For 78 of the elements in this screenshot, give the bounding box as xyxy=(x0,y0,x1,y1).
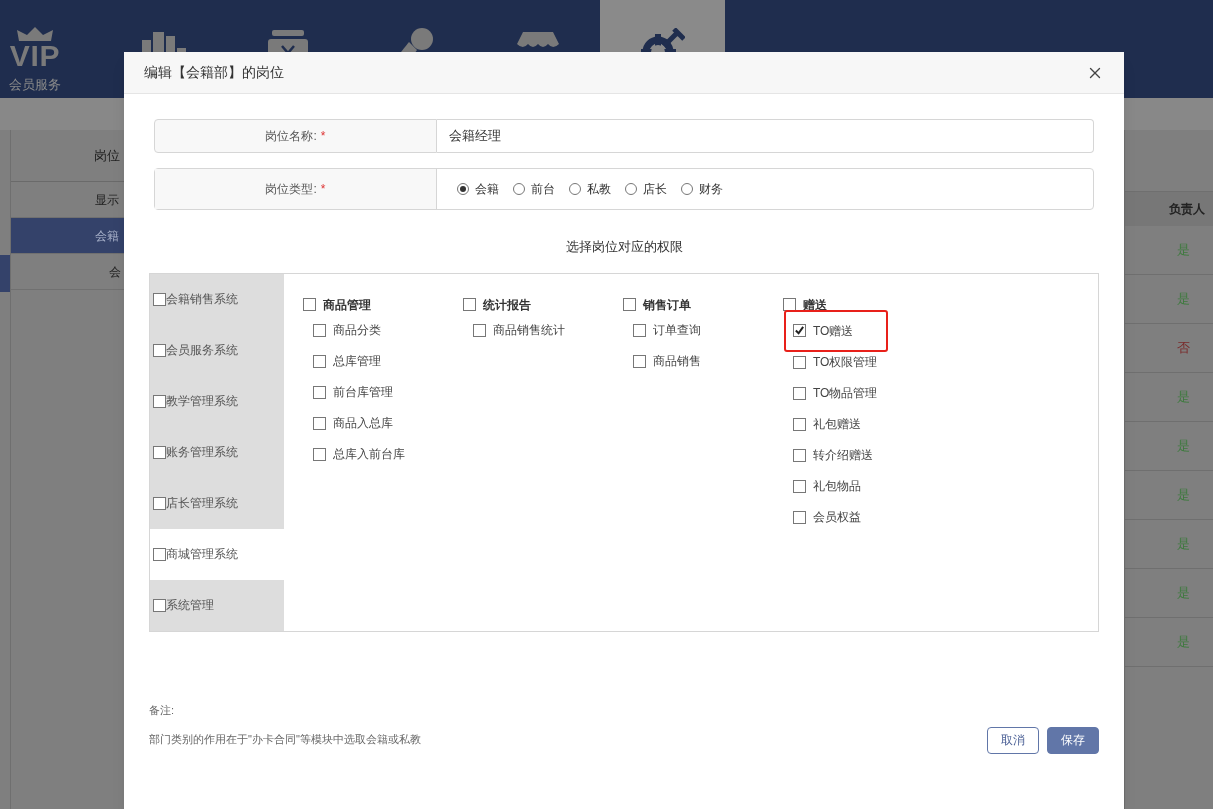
checkbox[interactable] xyxy=(313,385,326,399)
system-tab[interactable]: 系统管理 xyxy=(150,579,284,631)
section-title: 选择岗位对应的权限 xyxy=(564,238,684,256)
sidebar-selection xyxy=(0,255,10,292)
table-cell-text: 是 xyxy=(1177,437,1190,456)
checkbox[interactable] xyxy=(793,386,806,400)
checkbox[interactable] xyxy=(303,298,316,311)
table-cell-text: 是 xyxy=(1177,535,1190,554)
table-cell-text: 是 xyxy=(1177,584,1190,603)
table-cell-text: 否 xyxy=(1177,339,1190,358)
permission-label: TO物品管理 xyxy=(813,385,878,402)
checkbox[interactable] xyxy=(473,323,486,337)
radio-option[interactable]: 前台 xyxy=(513,180,555,198)
permission-label: 转介绍赠送 xyxy=(813,447,873,464)
checkbox[interactable] xyxy=(313,416,326,430)
checkbox[interactable] xyxy=(153,445,166,459)
checkbox[interactable] xyxy=(793,417,806,431)
crown-icon xyxy=(15,26,55,41)
permission-label: 礼包物品 xyxy=(813,478,861,495)
permission-label: 总库管理 xyxy=(333,353,381,370)
checkbox[interactable] xyxy=(463,298,476,311)
radio-option[interactable]: 店长 xyxy=(625,180,667,198)
save-button[interactable]: 保存 xyxy=(1047,726,1099,754)
table-cell-text: 是 xyxy=(1177,633,1190,652)
checkbox[interactable] xyxy=(153,292,166,306)
checkbox[interactable] xyxy=(153,394,166,408)
table-cell-text: 是 xyxy=(1177,486,1190,505)
table-cell-text: 是 xyxy=(1177,388,1190,407)
cancel-button[interactable]: 取消 xyxy=(987,726,1039,754)
checkbox[interactable] xyxy=(313,447,326,461)
permission-label: 商品销售 xyxy=(653,353,701,370)
group-label: 赠送 xyxy=(803,296,827,314)
permission-label: 订单查询 xyxy=(653,322,701,339)
permission-label: TO权限管理 xyxy=(813,354,878,371)
checkbox[interactable] xyxy=(313,323,326,337)
permission-label: 会员权益 xyxy=(813,509,861,526)
checkbox[interactable] xyxy=(793,448,806,462)
table-cell-text: 是 xyxy=(1177,241,1190,260)
group-label: 统计报告 xyxy=(483,296,531,314)
radio-option[interactable]: 财务 xyxy=(681,180,723,198)
system-tab[interactable]: 店长管理系统 xyxy=(150,477,284,529)
checkbox[interactable] xyxy=(153,343,166,357)
checkbox[interactable] xyxy=(793,479,806,493)
checkbox[interactable] xyxy=(633,323,646,337)
checkbox[interactable] xyxy=(153,496,166,510)
radio-option[interactable]: 私教 xyxy=(569,180,611,198)
dialog-title: 编辑【会籍部】的岗位 xyxy=(144,63,284,82)
checkbox[interactable] xyxy=(793,324,806,337)
nav-logo: VIP xyxy=(9,40,61,71)
note-text: 部门类别的作用在于"办卡合同"等模块中选取会籍或私教 xyxy=(149,732,421,747)
checkbox[interactable] xyxy=(793,355,806,369)
system-tab[interactable]: 账务管理系统 xyxy=(150,426,284,478)
permission-label: 总库入前台库 xyxy=(333,446,405,463)
permission-label: 商品入总库 xyxy=(333,415,393,432)
nav-label: 会员服务 xyxy=(9,75,61,94)
checkbox[interactable] xyxy=(633,354,646,368)
group-label: 销售订单 xyxy=(643,296,691,314)
input-field[interactable]: 会籍经理 xyxy=(437,119,1094,153)
system-tab[interactable]: 会员服务系统 xyxy=(150,324,284,376)
permission-label: 商品分类 xyxy=(333,322,381,339)
field-label: 岗位名称: * xyxy=(154,119,437,153)
system-tab[interactable]: 会籍销售系统 xyxy=(150,273,284,325)
checkbox[interactable] xyxy=(793,510,806,524)
radio-option[interactable]: 会籍 xyxy=(457,180,499,198)
note-label: 备注: xyxy=(149,702,176,718)
checkbox[interactable] xyxy=(153,598,166,612)
system-tab[interactable]: 教学管理系统 xyxy=(150,375,284,427)
table-cell-text: 是 xyxy=(1177,290,1190,309)
checkbox[interactable] xyxy=(153,547,166,561)
permission-label: 商品销售统计 xyxy=(493,322,565,339)
permission-label: 礼包赠送 xyxy=(813,416,861,433)
group-label: 商品管理 xyxy=(323,296,371,314)
checkbox[interactable] xyxy=(623,298,636,311)
field-label: 岗位类型: * xyxy=(155,169,437,209)
permission-label: 前台库管理 xyxy=(333,384,393,401)
column-header: 负责人 xyxy=(1125,192,1213,226)
permission-label: TO赠送 xyxy=(813,322,854,340)
checkbox[interactable] xyxy=(313,354,326,368)
